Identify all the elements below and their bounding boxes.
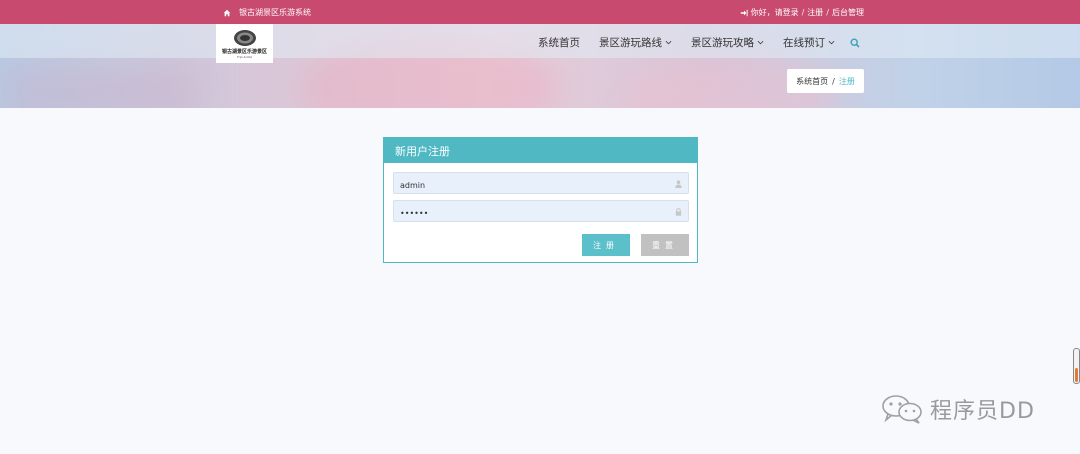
register-link[interactable]: 注册 xyxy=(807,7,823,18)
username-input[interactable] xyxy=(394,175,688,196)
chevron-down-icon xyxy=(665,40,672,45)
site-logo[interactable]: 银古湖景区乐游景区 Trip.Antke xyxy=(216,24,273,63)
wechat-icon xyxy=(882,395,922,424)
site-name: 银古湖景区乐游系统 xyxy=(239,8,311,17)
nav-item-guides[interactable]: 景区游玩攻略 xyxy=(691,35,764,50)
breadcrumb-current: 注册 xyxy=(838,76,855,86)
register-button[interactable]: 注册 xyxy=(582,234,630,256)
password-input[interactable] xyxy=(394,203,688,224)
main-nav: 系统首页 景区游玩路线 景区游玩攻略 在线预订 xyxy=(538,35,860,50)
logo-subtext: Trip.Antke xyxy=(236,54,253,59)
breadcrumb-home[interactable]: 系统首页 xyxy=(796,76,828,87)
nav-item-label: 景区游玩路线 xyxy=(599,37,662,49)
nav-item-label: 在线预订 xyxy=(783,37,825,49)
lock-icon xyxy=(675,208,682,216)
nav-item-booking[interactable]: 在线预订 xyxy=(783,35,835,50)
site-title: 银古湖景区乐游系统 xyxy=(223,7,311,18)
user-icon xyxy=(675,180,682,188)
link-separator: / xyxy=(801,8,805,17)
password-field[interactable] xyxy=(393,200,689,224)
nav-item-label: 景区游玩攻略 xyxy=(691,37,754,49)
watermark-text: 程序员DD xyxy=(930,399,1035,424)
nav-item-routes[interactable]: 景区游玩路线 xyxy=(599,35,672,50)
user-links: 你好，请登录 / 注册 / 后台管理 xyxy=(740,7,864,18)
username-field[interactable] xyxy=(393,172,689,196)
watermark: 程序员DD xyxy=(880,393,1035,425)
nav-item-home[interactable]: 系统首页 xyxy=(538,35,580,50)
search-icon[interactable] xyxy=(850,37,860,48)
login-link[interactable]: 你好，请登录 xyxy=(751,7,799,18)
scrollbar-handle[interactable] xyxy=(1073,348,1080,384)
top-bar: 银古湖景区乐游系统 你好，请登录 / 注册 / 后台管理 xyxy=(0,0,1080,24)
reset-button[interactable]: 重置 xyxy=(641,234,689,256)
logo-emblem-icon xyxy=(233,29,256,46)
sign-in-icon xyxy=(740,9,748,16)
nav-item-label: 系统首页 xyxy=(538,37,580,49)
link-separator: / xyxy=(826,8,829,17)
chevron-down-icon xyxy=(757,40,764,45)
admin-link[interactable]: 后台管理 xyxy=(832,7,864,18)
breadcrumb-separator: / xyxy=(832,76,835,86)
home-icon xyxy=(223,9,231,16)
breadcrumb: 系统首页 / 注册 xyxy=(787,69,864,93)
register-panel: 新用户注册 注册 重置 xyxy=(383,137,698,263)
logo-text: 银古湖景区乐游景区 xyxy=(221,48,267,55)
register-panel-title: 新用户注册 xyxy=(384,138,697,163)
chevron-down-icon xyxy=(828,40,835,45)
